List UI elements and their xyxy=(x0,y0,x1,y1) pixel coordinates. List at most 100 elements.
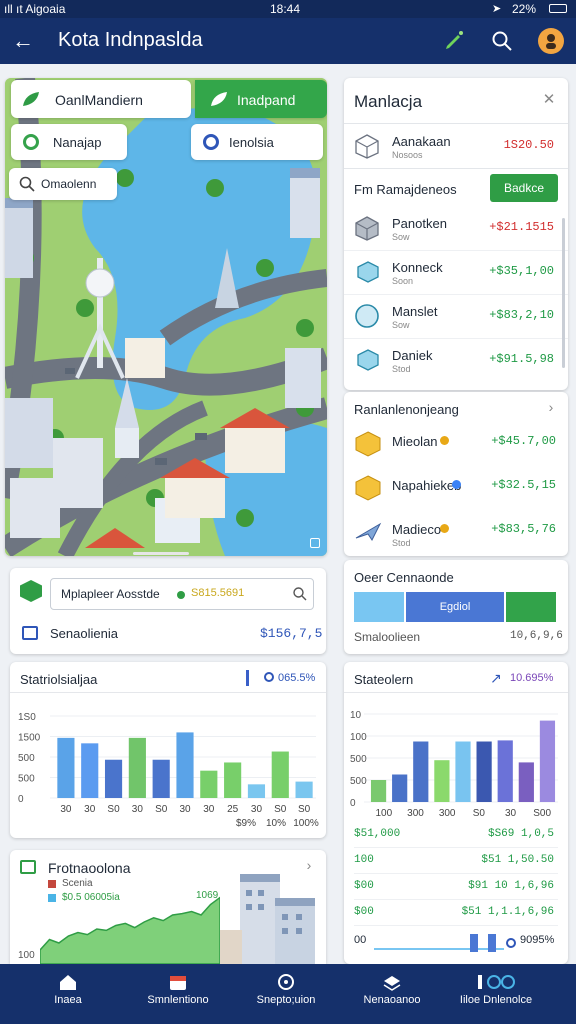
ledger-row[interactable]: $51,000 $S69 1,0,5 xyxy=(344,822,568,848)
map-search-chip[interactable]: Omaolenn xyxy=(9,168,117,200)
list-item[interactable]: Aanakaan Nosoos 1S20.50 xyxy=(344,124,568,168)
item-name: Mieolan xyxy=(392,434,438,449)
list-item[interactable]: Konneck Soon +$35,1,00 xyxy=(344,250,568,294)
item-name: Manslet xyxy=(392,304,438,319)
bar[interactable] xyxy=(128,737,146,798)
avatar[interactable] xyxy=(538,28,564,54)
bar[interactable] xyxy=(497,740,513,802)
map-chip-inadpand[interactable]: Inadpand xyxy=(195,80,327,118)
city-map[interactable]: OanlMandiern Inadpand Nanajap Ienolsia O… xyxy=(5,78,327,556)
color-swatch-green[interactable] xyxy=(506,592,556,622)
panel-title: Ranlanlenonjeang xyxy=(354,402,459,417)
bar[interactable] xyxy=(57,737,75,798)
nav-label: Smnlentiono xyxy=(147,994,209,1006)
divider xyxy=(344,168,568,169)
list-item[interactable]: Mieolan +$45.7,00 xyxy=(344,422,568,466)
box-teal-icon xyxy=(357,349,379,371)
cube-icon xyxy=(355,216,379,241)
x-tick-label: 30 xyxy=(132,804,144,815)
back-arrow-icon[interactable]: ← xyxy=(8,26,38,56)
edit-pen-icon[interactable] xyxy=(440,27,468,55)
list-item[interactable]: Panotken Sow +$21.1515 xyxy=(344,206,568,250)
map-chip-mandiern[interactable]: OanlMandiern xyxy=(11,80,191,118)
list-item[interactable]: Manslet Sow +$83,2,10 xyxy=(344,294,568,338)
item-sub: Nosoos xyxy=(392,150,423,160)
search-icon[interactable] xyxy=(488,27,516,55)
item-value: 1S20.50 xyxy=(503,138,554,152)
leaf-icon xyxy=(23,92,39,106)
map-chip-ienolsia[interactable]: Ienolsia xyxy=(191,124,323,160)
bar[interactable] xyxy=(176,732,194,798)
scrollbar[interactable] xyxy=(562,218,565,368)
location-icon: ➤ xyxy=(492,3,502,15)
bar[interactable] xyxy=(476,741,492,803)
item-sub: Sow xyxy=(392,320,410,330)
map-chip-nanajap[interactable]: Nanajap xyxy=(11,124,127,160)
bar[interactable] xyxy=(271,751,289,798)
item-name: Madieco xyxy=(392,522,442,537)
ledger-row[interactable]: 100 $51 1,50.50 xyxy=(344,848,568,874)
nav-item-explore[interactable]: Snepto;uion xyxy=(236,964,336,1024)
controls-card: Oeer Cennaonde Egdiol Smaloolieen 10,6,9… xyxy=(344,560,568,654)
bar[interactable] xyxy=(224,762,242,798)
y-tick-label: 100 xyxy=(350,732,367,743)
bar[interactable] xyxy=(81,743,99,798)
color-swatch-light-blue[interactable] xyxy=(354,592,404,622)
search-icon[interactable] xyxy=(293,587,307,601)
search-input[interactable]: Mplapleer Aosstde S815.5691 xyxy=(50,578,314,610)
badge-button[interactable]: Badkce xyxy=(490,174,558,202)
x-tick-label: S0 xyxy=(274,804,287,815)
bar[interactable] xyxy=(295,781,313,798)
bar[interactable] xyxy=(413,741,429,803)
bar-chart-card-right: Stateolern ↗ 10.695% 10 100 500 500 0 100 300 3… xyxy=(344,662,568,964)
bar[interactable] xyxy=(392,774,408,803)
ledger-label: 100 xyxy=(354,854,374,866)
item-value: +$83,2,10 xyxy=(489,308,554,322)
expand-icon[interactable] xyxy=(310,538,320,548)
bar[interactable] xyxy=(539,720,556,802)
x-tick-label: 25 xyxy=(227,804,239,815)
nav-item-reports[interactable]: Nenaoanoo xyxy=(342,964,442,1024)
list-item[interactable]: Daniek Stod +$91.5,98 xyxy=(344,338,568,382)
bar[interactable] xyxy=(200,770,218,798)
search-icon xyxy=(19,176,35,192)
item-value: +$35,1,00 xyxy=(489,264,554,278)
list-item[interactable]: Napahiekeb +$32.5,15 xyxy=(344,466,568,510)
list-item[interactable]: Aanakaan Nosoos 1S20.50 xyxy=(344,124,568,168)
status-dot xyxy=(440,524,449,533)
nav-item-home[interactable]: Inaea xyxy=(18,964,118,1024)
bar[interactable] xyxy=(152,759,170,798)
nav-item-monitoring[interactable]: Smnlentiono xyxy=(128,964,228,1024)
item-value: +$32.5,15 xyxy=(491,478,556,492)
chip-label: Ienolsia xyxy=(229,135,274,150)
ledger-row[interactable]: $00 $91 10 1,6,96 xyxy=(344,874,568,900)
ledger-row[interactable]: $00 $51 1,1.1,6,96 xyxy=(344,900,568,926)
bar[interactable] xyxy=(518,762,534,802)
close-icon[interactable]: ✕ xyxy=(540,90,558,108)
y-tick-label: 1S0 xyxy=(18,712,36,723)
nav-item-settings[interactable]: Iiloe Dnlenolce xyxy=(446,964,546,1024)
ledger-label: $51,000 xyxy=(354,828,401,840)
plane-icon xyxy=(355,522,382,541)
carrier-label: ıll ıt Aigoaia xyxy=(4,2,66,16)
list-item[interactable]: Madieco Stod +$83,5,76 xyxy=(344,510,568,554)
bar[interactable] xyxy=(434,760,450,802)
x-tick-label: S0 xyxy=(155,804,168,815)
bar[interactable] xyxy=(247,784,266,798)
map-drag-handle[interactable] xyxy=(133,552,189,555)
x-tick-label: 30 xyxy=(179,804,191,815)
market-list: Panotken Sow +$21.1515 Konneck Soon +$35,1,00… xyxy=(344,206,568,386)
control-button[interactable]: Egdiol xyxy=(406,592,504,622)
area-chart xyxy=(40,896,220,964)
panel-title: Manlacja xyxy=(354,92,423,111)
ledger-progress-track xyxy=(374,948,504,950)
y-tick-label: 0 xyxy=(350,798,356,809)
bar[interactable] xyxy=(455,741,471,803)
item-value: +$21.1515 xyxy=(489,220,554,234)
bar[interactable] xyxy=(370,780,387,802)
chevron-right-icon[interactable]: › xyxy=(544,399,558,415)
bar[interactable] xyxy=(104,759,123,798)
item-sub: Stod xyxy=(392,364,411,374)
asset-list: Mieolan +$45.7,00 Napahiekeb +$32.5,15 Madie… xyxy=(344,422,568,556)
item-sub: Soon xyxy=(392,276,414,286)
